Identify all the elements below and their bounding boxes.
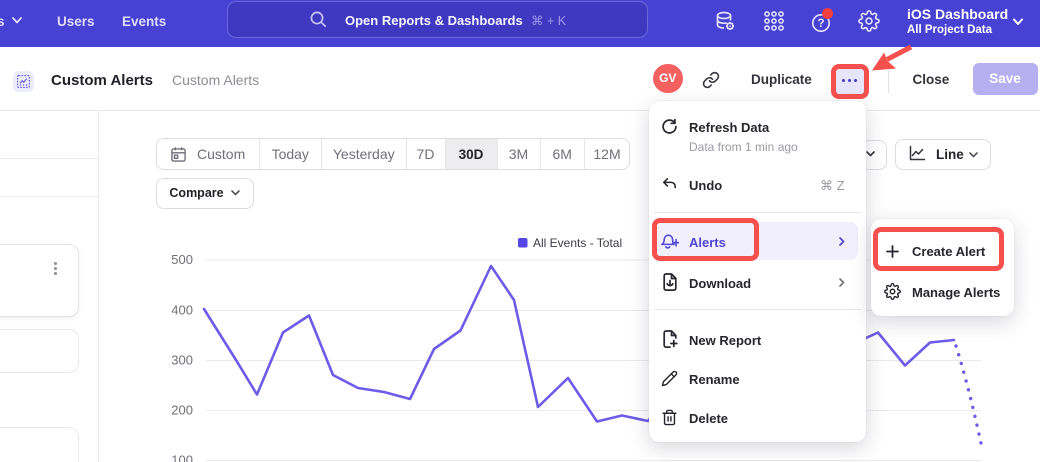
svg-text:200: 200 — [171, 403, 193, 418]
svg-text:All Events - Total: All Events - Total — [533, 236, 622, 250]
svg-text:500: 500 — [171, 252, 193, 267]
svg-text:300: 300 — [171, 353, 193, 368]
svg-text:100: 100 — [171, 453, 193, 462]
svg-text:400: 400 — [171, 303, 193, 318]
